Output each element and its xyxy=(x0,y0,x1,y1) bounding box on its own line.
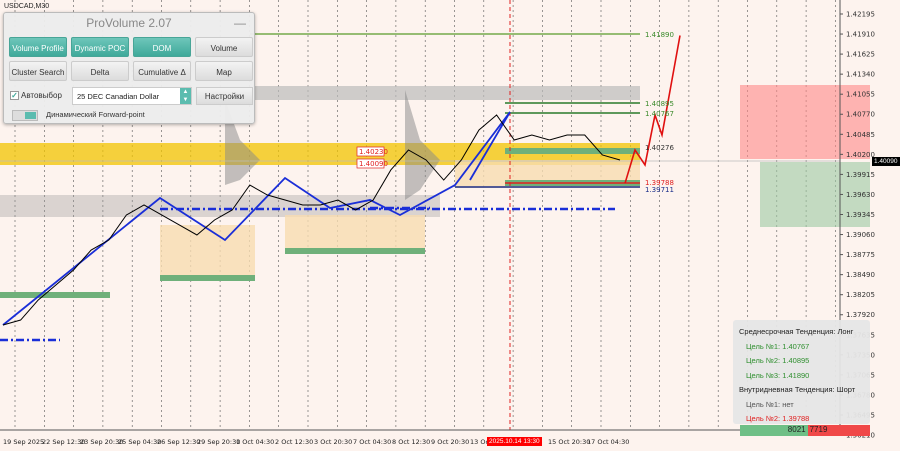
volume-balance-bar: 8021 7719 xyxy=(740,425,870,436)
price-tick: 1.42195 xyxy=(846,11,875,19)
delta-button[interactable]: Delta xyxy=(71,61,129,81)
date-tick: 7 Oct 04:30 xyxy=(353,438,392,446)
price-tick: 1.38205 xyxy=(846,291,875,299)
support-bar xyxy=(160,275,255,281)
date-tick: 8 Oct 12:30 xyxy=(392,438,431,446)
cluster-search-button[interactable]: Cluster Search xyxy=(9,61,67,81)
settings-button[interactable]: Настройки xyxy=(196,87,253,105)
instrument-select[interactable]: 25 DEC Canadian Dollar ▲ ▼ xyxy=(72,87,192,105)
intraday-trend: Внутридневная Тенденция: Шорт xyxy=(739,385,856,394)
current-price-tag: 1.40090 xyxy=(872,157,900,166)
price-tick: 1.39060 xyxy=(846,231,875,239)
mid-target-1: Цель №1: 1.40767 xyxy=(746,341,810,351)
box-label-a: 1.40230 xyxy=(359,148,388,156)
intraday-target-1: Цель №1: нет xyxy=(746,399,794,409)
forward-point-label: Динамический Forward-point xyxy=(46,110,145,119)
check-icon: ✓ xyxy=(10,91,19,101)
level-label-target1: 1.40767 xyxy=(645,110,674,118)
price-tick: 1.39345 xyxy=(846,211,875,219)
volume-profile-button[interactable]: Volume Profile xyxy=(9,37,67,57)
date-tick: 29 Sep 20:30 xyxy=(197,438,241,446)
level-label-target3: 1.41890 xyxy=(645,31,674,39)
date-tick: 23 Sep 20:30 xyxy=(80,438,124,446)
range-box xyxy=(285,215,425,250)
date-tick: 2 Oct 12:30 xyxy=(275,438,314,446)
trend-info-box: Среднесрочная Тенденция: Лонг Цель №1: 1… xyxy=(733,320,870,424)
crosshair-time-tag: 2025.10.14 13:30 xyxy=(487,437,542,446)
autoselect-label: Автовыбор xyxy=(21,91,62,100)
mid-target-3: Цель №3: 1.41890 xyxy=(746,370,810,380)
price-tick: 1.40770 xyxy=(846,111,875,119)
price-tick: 1.38490 xyxy=(846,271,875,279)
price-tick: 1.39630 xyxy=(846,191,875,199)
date-tick: 1 Oct 04:30 xyxy=(236,438,275,446)
panel-title: ProVolume 2.07 xyxy=(86,16,172,30)
price-tick: 1.40200 xyxy=(846,151,875,159)
price-tick: 1.41340 xyxy=(846,71,875,79)
date-tick: 3 Oct 20:30 xyxy=(314,438,353,446)
support-bar xyxy=(505,148,640,154)
minimize-button[interactable]: — xyxy=(234,13,246,33)
buy-volume: 8021 xyxy=(740,425,808,436)
symbol-label: USDCAD,M30 xyxy=(4,3,50,10)
date-tick: 19 Sep 2025 xyxy=(3,438,45,446)
volume-button[interactable]: Volume xyxy=(195,37,253,57)
value-zone xyxy=(255,86,640,100)
cumulative-delta-button[interactable]: Cumulative Δ xyxy=(133,61,191,81)
autoselect-checkbox[interactable]: ✓ Автовыбор xyxy=(10,91,62,101)
date-tick: 22 Sep 12:30 xyxy=(42,438,86,446)
date-tick: 25 Sep 04:30 xyxy=(118,438,162,446)
map-button[interactable]: Map xyxy=(195,61,253,81)
instrument-value: 25 DEC Canadian Dollar xyxy=(77,92,160,101)
level-label-pivot: 1.40276 xyxy=(645,144,674,152)
price-tick: 1.41055 xyxy=(846,91,875,99)
sell-volume: 7719 xyxy=(807,425,870,436)
date-tick: 17 Oct 04:30 xyxy=(587,438,630,446)
dom-button[interactable]: DOM xyxy=(133,37,191,57)
price-tick: 1.39915 xyxy=(846,171,875,179)
dynamic-poc-button[interactable]: Dynamic POC xyxy=(71,37,129,57)
price-tick: 1.38775 xyxy=(846,251,875,259)
range-box xyxy=(160,225,255,275)
level-label-target2: 1.40895 xyxy=(645,100,674,108)
forward-point-toggle[interactable] xyxy=(12,110,38,121)
price-tick: 1.40485 xyxy=(846,131,875,139)
date-tick: 9 Oct 20:30 xyxy=(431,438,470,446)
box-label-b: 1.40090 xyxy=(359,160,388,168)
date-tick: 26 Sep 12:30 xyxy=(157,438,201,446)
level-label-support: 1.39711 xyxy=(645,186,674,194)
support-bar xyxy=(0,292,110,298)
mid-trend: Среднесрочная Тенденция: Лонг xyxy=(739,327,854,336)
date-tick: 15 Oct 20:30 xyxy=(548,438,591,446)
price-tick: 1.41625 xyxy=(846,51,875,59)
spinner-icon[interactable]: ▲ ▼ xyxy=(180,88,191,104)
price-tick: 1.41910 xyxy=(846,31,875,39)
price-tick: 1.37920 xyxy=(846,311,875,319)
mid-target-2: Цель №2: 1.40895 xyxy=(746,356,810,365)
provolume-panel[interactable]: ProVolume 2.07 — Volume Profile Dynamic P… xyxy=(3,12,255,124)
support-bar xyxy=(285,248,425,254)
